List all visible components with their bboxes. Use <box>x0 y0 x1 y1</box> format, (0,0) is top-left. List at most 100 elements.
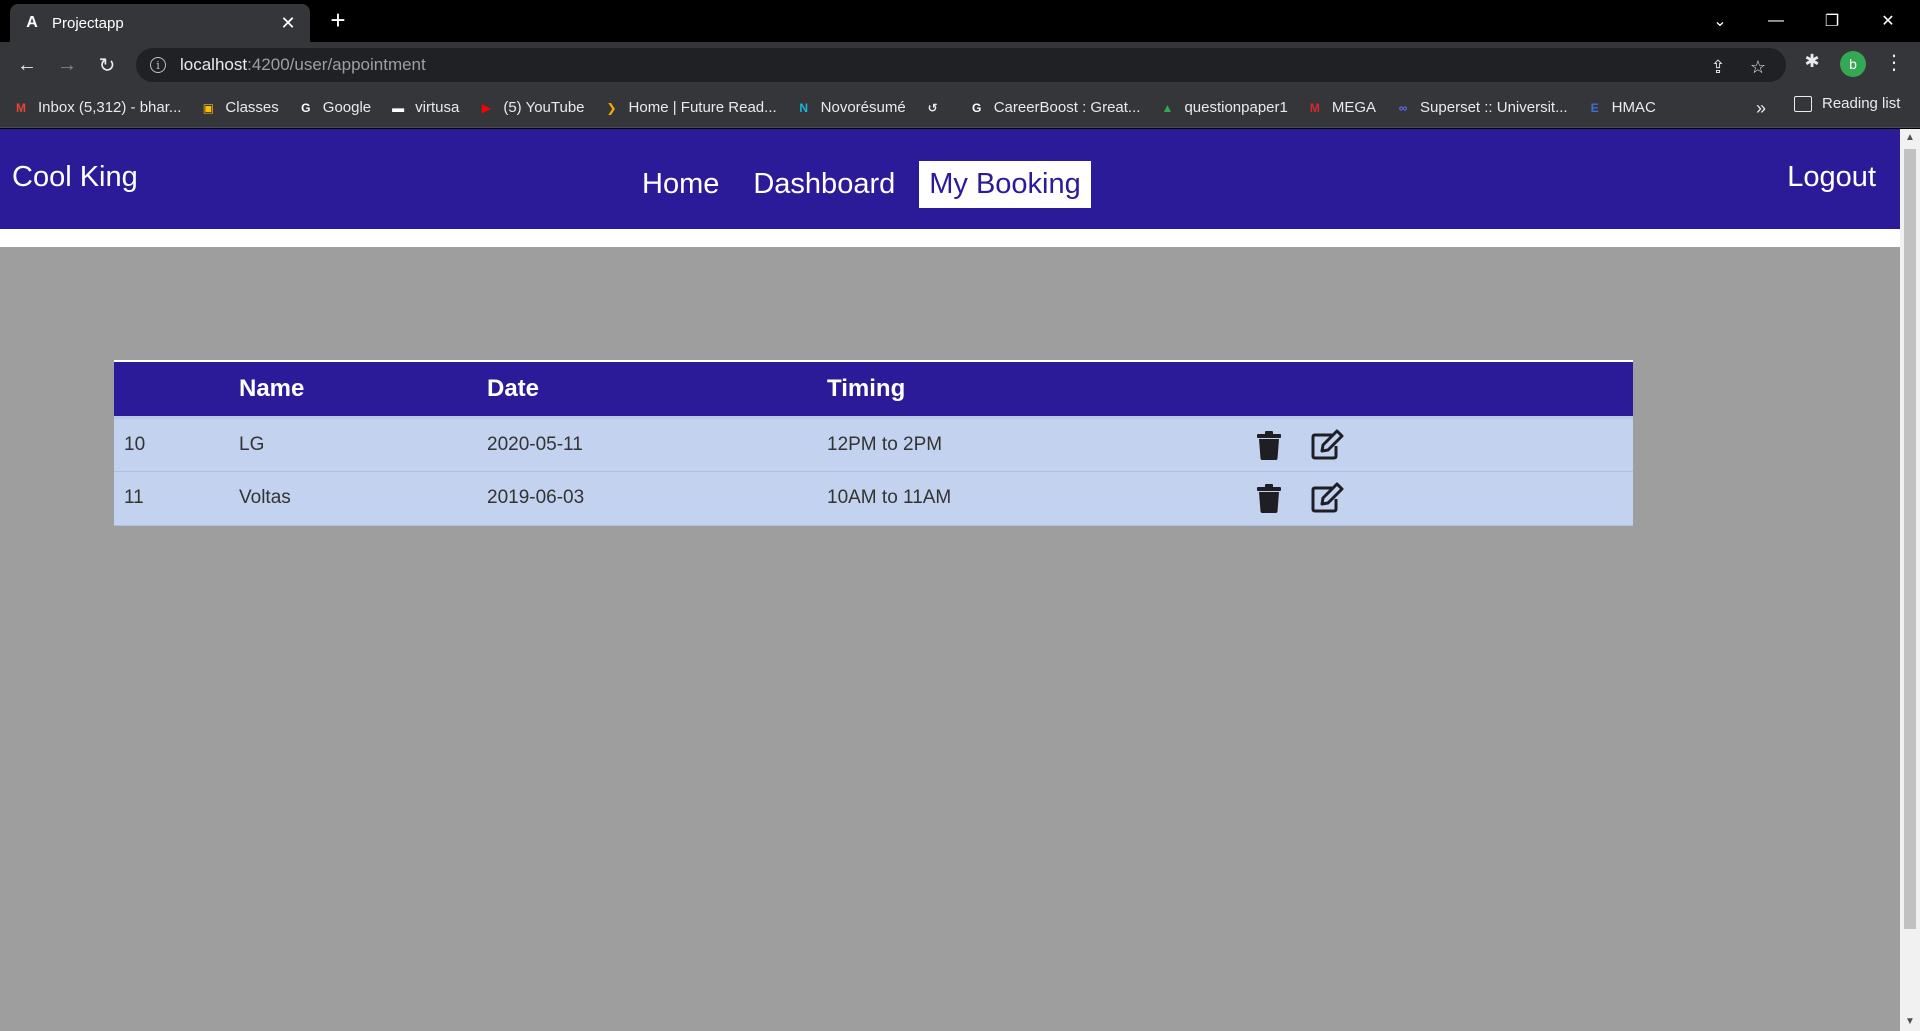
bookmark-item[interactable]: G CareerBoost : Great... <box>968 99 1141 117</box>
new-tab-button[interactable]: + <box>324 7 352 35</box>
page-viewport: Cool King Home Dashboard My Booking Logo… <box>0 129 1900 1031</box>
bookmark-item[interactable]: ↺ <box>924 99 950 117</box>
logout-link[interactable]: Logout <box>1787 161 1876 194</box>
virtusa-icon: ▬ <box>392 100 405 115</box>
angular-icon: A <box>26 14 38 31</box>
scroll-up-arrow[interactable]: ▲ <box>1904 132 1916 144</box>
history-icon: ↺ <box>927 100 938 115</box>
bookmark-label: (5) YouTube <box>503 99 585 116</box>
bookmark-item[interactable]: ∞ Superset :: Universit... <box>1394 99 1568 117</box>
scroll-down-arrow[interactable]: ▼ <box>1904 1016 1916 1028</box>
page-scrollbar[interactable]: ▲ ▼ <box>1900 129 1920 1031</box>
close-window-button[interactable]: ✕ <box>1860 0 1916 42</box>
edit-icon[interactable] <box>1310 428 1344 462</box>
edit-icon[interactable] <box>1310 481 1344 515</box>
bookmark-label: virtusa <box>415 99 460 116</box>
hmac-icon: E <box>1590 100 1599 115</box>
nav-my-booking[interactable]: My Booking <box>919 161 1091 208</box>
header-date: Date <box>487 361 827 419</box>
nav-dashboard[interactable]: Dashboard <box>743 161 905 208</box>
table-header-row: Name Date Timing <box>114 361 1633 419</box>
bookmark-label: CareerBoost : Great... <box>993 99 1141 116</box>
back-button[interactable]: ← <box>13 51 41 79</box>
browser-titlebar: A Projectapp ✕ + ⌄ — ❐ ✕ <box>0 0 1920 42</box>
cell-id: 10 <box>114 417 239 472</box>
bookmark-label: Superset :: Universit... <box>1420 99 1568 116</box>
bookmark-item[interactable]: ▶ (5) YouTube <box>477 99 585 117</box>
cell-name: Voltas <box>239 471 487 526</box>
bookmark-item[interactable]: ❯ Home | Future Read... <box>603 99 777 117</box>
cell-actions <box>1252 471 1633 526</box>
tab-title: Projectapp <box>52 14 124 32</box>
cell-name: LG <box>239 417 487 472</box>
gmail-icon: M <box>16 100 26 115</box>
google-icon: G <box>301 100 311 115</box>
bookmark-label: Novorésumé <box>820 99 906 116</box>
drive-icon: ▲ <box>1161 100 1174 115</box>
google-icon: G <box>972 100 982 115</box>
bookmark-label: Classes <box>225 99 279 116</box>
navbar-divider <box>0 229 1900 247</box>
reading-list-label: Reading list <box>1822 95 1901 112</box>
bookings-table: Name Date Timing 10 LG 2020-05-11 12PM t… <box>114 360 1633 526</box>
bookmark-label: Home | Future Read... <box>628 99 777 116</box>
bookmark-item[interactable]: ▣ Classes <box>199 99 279 117</box>
classroom-icon: ▣ <box>202 100 215 115</box>
bookmarks-overflow-button[interactable]: » <box>1756 98 1766 119</box>
bookmark-item[interactable]: ▲ questionpaper1 <box>1158 99 1287 117</box>
bookmark-label: Inbox (5,312) - bhar... <box>38 99 182 116</box>
bookmark-label: Google <box>322 99 372 116</box>
reading-list-icon <box>1794 95 1812 112</box>
superset-icon: ∞ <box>1398 100 1408 115</box>
bookmark-item[interactable]: N Novorésumé <box>795 99 906 117</box>
profile-avatar[interactable]: b <box>1840 51 1866 77</box>
future-ready-icon: ❯ <box>606 100 617 115</box>
brand-logo[interactable]: Cool King <box>12 161 138 194</box>
trash-icon[interactable] <box>1252 481 1286 515</box>
nav-home[interactable]: Home <box>632 161 729 208</box>
bookmark-label: questionpaper1 <box>1184 99 1288 116</box>
share-icon[interactable]: ⇪ <box>1706 57 1730 78</box>
browser-toolbar: ← → ↻ i localhost:4200/user/appointment … <box>0 42 1920 88</box>
trash-icon[interactable] <box>1252 428 1286 462</box>
table-row: 11 Voltas 2019-06-03 10AM to 11AM <box>114 471 1633 526</box>
youtube-icon: ▶ <box>481 100 491 115</box>
bookmark-label: MEGA <box>1331 99 1377 116</box>
cell-timing: 10AM to 11AM <box>827 471 1252 526</box>
cell-timing: 12PM to 2PM <box>827 417 1252 472</box>
forward-button[interactable]: → <box>53 51 81 79</box>
nav-links: Home Dashboard My Booking <box>632 161 1105 208</box>
bookmark-label: HMAC <box>1611 99 1656 116</box>
header-actions <box>1252 361 1633 419</box>
bookmark-item[interactable]: E HMAC <box>1586 99 1656 117</box>
browser-menu-icon[interactable]: ⋮ <box>1884 50 1904 75</box>
cell-id: 11 <box>114 471 239 526</box>
novoresume-icon: N <box>799 100 808 115</box>
reload-button[interactable]: ↻ <box>93 51 121 79</box>
browser-tab[interactable]: A Projectapp ✕ <box>10 4 310 42</box>
table-row: 10 LG 2020-05-11 12PM to 2PM <box>114 417 1633 472</box>
scroll-thumb[interactable] <box>1904 149 1916 929</box>
address-bar[interactable]: i localhost:4200/user/appointment ⇪ ☆ <box>136 48 1786 82</box>
bookmark-item[interactable]: ▬ virtusa <box>389 99 459 117</box>
restore-button[interactable]: ❐ <box>1804 0 1860 42</box>
close-tab-icon[interactable]: ✕ <box>278 13 298 34</box>
bookmark-item[interactable]: M MEGA <box>1306 99 1376 117</box>
bookmarks-bar: M Inbox (5,312) - bhar... ▣ Classes G Google ▬… <box>0 88 1920 128</box>
header-name: Name <box>239 361 487 419</box>
tab-search-icon[interactable]: ⌄ <box>1692 0 1748 42</box>
header-id <box>114 361 239 419</box>
reading-list-button[interactable]: Reading list <box>1794 95 1900 112</box>
site-info-icon[interactable]: i <box>150 57 166 73</box>
bookmark-item[interactable]: M Inbox (5,312) - bhar... <box>12 99 181 117</box>
bookmark-item[interactable]: G Google <box>297 99 371 117</box>
mega-icon: M <box>1309 100 1320 115</box>
cell-date: 2019-06-03 <box>487 471 827 526</box>
minimize-button[interactable]: — <box>1748 0 1804 42</box>
cell-date: 2020-05-11 <box>487 417 827 472</box>
header-timing: Timing <box>827 361 1252 419</box>
bookmark-star-icon[interactable]: ☆ <box>1746 57 1770 78</box>
url-text[interactable]: localhost:4200/user/appointment <box>180 55 426 75</box>
cell-actions <box>1252 417 1633 472</box>
extensions-icon[interactable]: ✱ <box>1800 51 1824 72</box>
